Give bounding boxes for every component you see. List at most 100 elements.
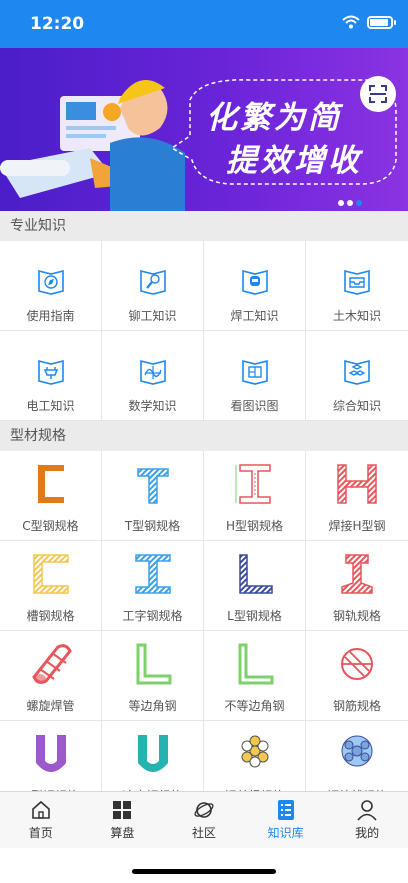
knowledge-item-label: 数学知识 [128, 399, 177, 413]
profile-item-label: 等边角钢 [128, 699, 177, 713]
u-steel-icon [35, 735, 66, 772]
knowledge-item[interactable]: 电工知识 [0, 331, 102, 421]
home-icon [31, 800, 50, 819]
profile-item-label: 工字钢规格 [122, 609, 183, 623]
knowledge-grid: 使用指南 铆工知识 焊工知识 土木知识 电工知识 数学知识 看图识图 综合知识 [0, 241, 408, 421]
profile-item-label: L型钢规格 [227, 609, 282, 623]
scan-button[interactable] [360, 76, 396, 112]
status-time: 12:20 [30, 14, 85, 34]
tab-label: 知识库 [267, 826, 304, 840]
status-bar: 12:20 [0, 0, 408, 48]
profile-item[interactable]: H型钢规格 [204, 451, 306, 541]
page-dot[interactable] [338, 200, 344, 206]
wifi-icon [342, 15, 360, 29]
profile-item[interactable]: 工字钢规格 [102, 541, 204, 631]
banner-line-2: 提效增收 [226, 143, 362, 179]
tab-label: 我的 [355, 826, 380, 840]
tab-community[interactable]: 社区 [163, 792, 245, 848]
profile-item[interactable]: 等边角钢 [102, 631, 204, 721]
wrench-book-icon [139, 269, 166, 295]
profile-item[interactable]: 不等边角钢 [204, 631, 306, 721]
profile-item-label: 槽钢规格 [26, 609, 75, 623]
person-icon [357, 800, 377, 821]
profile-item[interactable]: L型钢规格 [204, 541, 306, 631]
profile-item-label: 钢轨规格 [332, 609, 381, 623]
function-book-icon [139, 359, 166, 385]
cubes-book-icon [344, 359, 370, 385]
blueprint-book-icon [241, 359, 268, 385]
knowledge-item-label: 铆工知识 [128, 309, 177, 323]
profile-item[interactable]: 钢筋规格 [306, 631, 408, 721]
section-header-knowledge: 专业知识 [0, 211, 408, 241]
tab-home[interactable]: 首页 [0, 792, 82, 848]
profile-item[interactable]: 焊接H型钢 [306, 451, 408, 541]
promo-banner[interactable]: 化繁为简 提效增收 [0, 48, 408, 211]
cold-bent-steel-icon [137, 735, 168, 772]
tab-knowledge-base[interactable]: 知识库 [245, 792, 327, 848]
profile-item[interactable]: 螺旋焊管 [0, 631, 102, 721]
profile-item-label: 钢筋规格 [332, 699, 381, 713]
planet-icon [194, 802, 214, 818]
section-header-profiles: 型材规格 [0, 421, 408, 451]
knowledge-item[interactable]: 数学知识 [102, 331, 204, 421]
app-screen: 12:20 化繁为简 提效增收 专业知识 使用指南 铆工知识 焊工知识 土木知识… [0, 0, 408, 883]
home-indicator[interactable] [132, 869, 276, 874]
compass-book-icon [37, 269, 64, 295]
welder-book-icon [241, 269, 268, 295]
profile-item-label: T型钢规格 [124, 519, 181, 533]
knowledge-item[interactable]: 看图识图 [204, 331, 306, 421]
profile-item-label: 不等边角钢 [224, 699, 285, 713]
plug-book-icon [37, 359, 64, 385]
l-steel-icon [238, 554, 273, 594]
page-dot-active[interactable] [356, 200, 362, 206]
knowledge-item-label: 电工知识 [26, 399, 75, 413]
c-steel-icon [37, 465, 64, 503]
knowledge-item-label: 土木知识 [332, 309, 381, 323]
battery-icon [367, 16, 393, 29]
tab-label: 社区 [191, 826, 216, 840]
profile-item-label: 螺旋焊管 [26, 699, 75, 713]
rail-icon [341, 554, 373, 594]
knowledge-item[interactable]: 焊工知识 [204, 241, 306, 331]
strand-icon [341, 735, 373, 767]
knowledge-item[interactable]: 综合知识 [306, 331, 408, 421]
profiles-grid: C型钢规格 T型钢规格 H型钢规格 焊接H型钢 槽钢规格 工字钢规格 L型钢规格… [0, 451, 408, 811]
equal-angle-icon [136, 643, 171, 685]
inbox-book-icon [344, 269, 370, 295]
knowledge-item-label: 看图识图 [230, 399, 279, 413]
tab-profile[interactable]: 我的 [326, 792, 408, 848]
tab-calculator[interactable]: 算盘 [82, 792, 164, 848]
profile-item-label: 焊接H型钢 [328, 519, 386, 533]
safe-area-bottom [0, 848, 408, 883]
scan-icon [369, 85, 387, 103]
t-steel-icon [136, 468, 169, 504]
tab-bar: 首页 算盘 社区 知识库 我的 [0, 791, 408, 848]
banner-pagination [338, 191, 365, 210]
spiral-pipe-icon [31, 644, 72, 684]
tab-label: 首页 [28, 826, 53, 840]
knowledge-item[interactable]: 土木知识 [306, 241, 408, 331]
profile-item[interactable]: C型钢规格 [0, 451, 102, 541]
grid-icon [113, 801, 132, 819]
profile-item-label: H型钢规格 [225, 519, 284, 533]
i-beam-icon [134, 554, 171, 594]
tab-label: 算盘 [110, 826, 135, 840]
knowledge-item-label: 焊工知识 [230, 309, 279, 323]
channel-steel-icon [32, 554, 69, 594]
h-steel-icon [235, 464, 271, 504]
wire-rope-icon [241, 735, 268, 768]
profile-item[interactable]: 钢轨规格 [306, 541, 408, 631]
profile-item[interactable]: T型钢规格 [102, 451, 204, 541]
knowledge-item[interactable]: 铆工知识 [102, 241, 204, 331]
welded-h-steel-icon [337, 464, 377, 504]
page-dot[interactable] [347, 200, 353, 206]
unequal-angle-icon [238, 643, 273, 685]
knowledge-item[interactable]: 使用指南 [0, 241, 102, 331]
book-icon [277, 800, 294, 820]
rebar-icon [341, 648, 373, 680]
knowledge-item-label: 综合知识 [332, 399, 381, 413]
profile-item[interactable]: 槽钢规格 [0, 541, 102, 631]
battery-cap [394, 20, 396, 25]
knowledge-item-label: 使用指南 [26, 309, 75, 323]
profile-item-label: C型钢规格 [22, 519, 79, 533]
